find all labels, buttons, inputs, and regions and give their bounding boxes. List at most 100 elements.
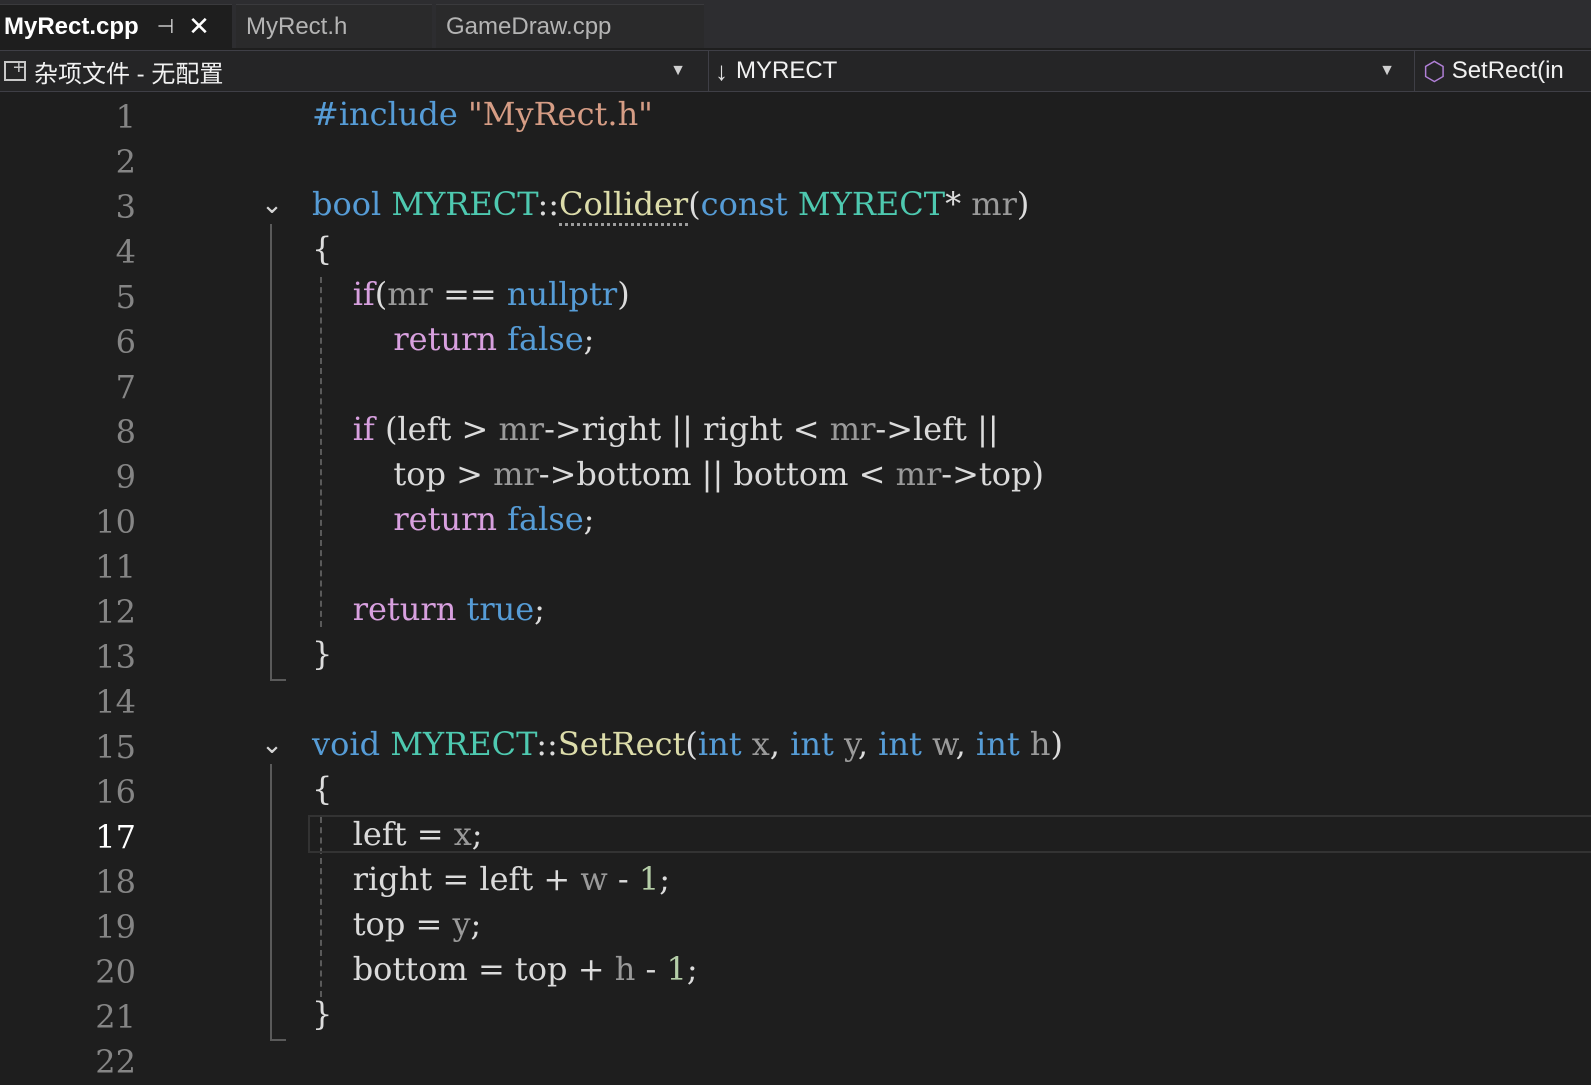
token: nullptr: [506, 275, 618, 313]
line-number: 14: [95, 683, 136, 721]
line-number: 16: [95, 773, 136, 811]
token: void: [312, 725, 381, 763]
fold-chevron-icon[interactable]: ⌄: [258, 731, 286, 759]
token: return: [393, 500, 497, 538]
tab-myrect-cpp[interactable]: MyRect.cpp ⊣ ✕: [0, 4, 232, 48]
code-line-15: void MYRECT::SetRect(int x, int y, int w…: [312, 725, 1063, 763]
token: MYRECT: [390, 725, 537, 763]
token: "MyRect.h": [468, 95, 653, 133]
code-line-19: top = y;: [352, 905, 482, 943]
pin-icon[interactable]: ⊣: [157, 14, 174, 39]
code-line-5: if(mr == nullptr): [352, 275, 630, 313]
token: left: [352, 815, 407, 853]
tab-label: MyRect.cpp: [4, 12, 139, 40]
line-number: 5: [115, 278, 136, 316]
code-line-20: bottom = top + h - 1;: [352, 950, 698, 988]
token: false: [507, 320, 584, 358]
line-number: 13: [95, 638, 136, 676]
line-number: 11: [95, 548, 136, 586]
code-line-4: {: [312, 230, 333, 268]
code-editor[interactable]: 1 2 3 4 5 6 7 8 9 10 11 12 13 14 15 16 1…: [0, 92, 1591, 1081]
token: int: [975, 725, 1020, 763]
close-icon[interactable]: ✕: [188, 11, 210, 42]
code-line-8: if (left > mr->right || right < mr->left…: [352, 410, 999, 448]
line-number: 3: [115, 188, 136, 226]
token: mr: [895, 455, 942, 493]
line-number: 4: [115, 233, 136, 271]
token: mr: [493, 455, 539, 493]
tab-strip: MyRect.cpp ⊣ ✕ MyRect.h GameDraw.cpp: [0, 0, 1591, 48]
project-icon: [4, 57, 26, 81]
token: false: [507, 500, 584, 538]
line-number: 1: [115, 98, 136, 136]
member-dropdown[interactable]: ⬡ SetRect(in: [1414, 51, 1591, 91]
scope-label: MYRECT: [736, 57, 838, 84]
token: #include: [312, 95, 458, 133]
token: top: [514, 950, 568, 988]
token: left: [397, 410, 452, 448]
token: int: [878, 725, 922, 763]
tab-gamedraw-cpp[interactable]: GameDraw.cpp: [436, 4, 704, 48]
token: right: [352, 860, 433, 898]
token: MYRECT: [797, 185, 946, 223]
line-number: 18: [95, 863, 136, 901]
token: 1: [638, 860, 660, 898]
code-line-16: {: [312, 770, 333, 808]
scope-dropdown[interactable]: ↓ MYRECT ▼: [708, 51, 1409, 91]
line-number: 6: [115, 323, 136, 361]
token: right: [703, 410, 783, 448]
token: SetRect: [557, 725, 686, 763]
token: x: [453, 815, 472, 853]
token: ::: [536, 725, 558, 763]
line-number: 20: [95, 953, 136, 991]
line-number: 7: [115, 368, 136, 406]
code-line-13: }: [312, 635, 333, 673]
code-line-1: #include "MyRect.h": [312, 92, 653, 137]
token: y: [452, 905, 471, 943]
token: return: [393, 320, 497, 358]
token: if: [352, 275, 375, 313]
tab-myrect-h[interactable]: MyRect.h: [236, 4, 432, 48]
token: mr: [971, 185, 1017, 223]
code-line-6: return false;: [393, 320, 595, 358]
project-dropdown[interactable]: 杂项文件 - 无配置 ▼: [0, 51, 700, 91]
line-number: 21: [95, 998, 136, 1036]
token: top: [393, 455, 446, 493]
token: w: [580, 860, 608, 898]
token: x: [751, 725, 770, 763]
line-number: 15: [95, 728, 136, 766]
token: bottom: [576, 455, 692, 493]
line-number: 2: [115, 143, 136, 181]
token: w: [932, 725, 956, 763]
token: MYRECT: [391, 185, 538, 223]
code-line-10: return false;: [393, 500, 595, 538]
fold-guide: [270, 764, 286, 1041]
fold-chevron-icon[interactable]: ⌄: [258, 191, 286, 219]
token: if: [352, 410, 375, 448]
tab-label: GameDraw.cpp: [446, 12, 612, 40]
code-line-12: return true;: [352, 590, 545, 628]
line-number: 19: [95, 908, 136, 946]
code-line-17: left = x;: [352, 815, 483, 853]
token: y: [843, 725, 858, 763]
line-number: 9: [115, 458, 136, 496]
chevron-down-icon: ▼: [670, 62, 686, 79]
token: bottom: [352, 950, 468, 988]
token: true: [466, 590, 535, 628]
line-number: 8: [115, 413, 136, 451]
token: right: [581, 410, 662, 448]
arrow-down-icon: ↓: [715, 55, 728, 86]
code-line-3: bool MYRECT::Collider(const MYRECT* mr): [312, 182, 1029, 227]
code-line-9: top > mr->bottom || bottom < mr->top): [393, 455, 1044, 493]
member-label: SetRect(in: [1451, 57, 1564, 84]
token: left: [913, 410, 967, 448]
line-number-current: 17: [95, 818, 136, 856]
navigation-bar: 杂项文件 - 无配置 ▼ ↓ MYRECT ▼ ⬡ SetRect(in: [0, 50, 1591, 92]
token: h: [614, 950, 636, 988]
token: bool: [312, 185, 382, 223]
token: ::: [537, 185, 560, 223]
fold-guide: [270, 224, 286, 681]
token: mr: [387, 275, 433, 313]
line-number: 22: [95, 1043, 136, 1081]
project-label: 杂项文件 - 无配置: [34, 60, 224, 88]
